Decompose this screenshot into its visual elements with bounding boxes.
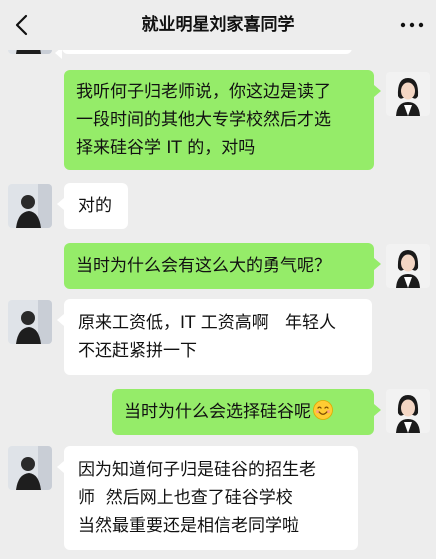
message-text-line: 对的 [78,196,112,216]
message-bubble-received[interactable]: 原来工资低，IT 工资高啊 年轻人 不还赶紧拼一下 [57,299,372,375]
message-bubble-received[interactable]: 对的 [57,183,128,229]
message-text-line: 因为知道何子归是硅谷的招生老 [78,460,316,480]
chat-title: 就业明星刘家喜同学 [141,15,295,35]
message-text-line: 当时为什么会有这么大的勇气呢？ [76,256,331,276]
message-text: 当时为什么会选择硅谷呢 [124,402,311,422]
message-bubble-sent[interactable]: 当时为什么会有这么大的勇气呢？ [64,243,381,289]
contact-avatar[interactable] [8,446,52,490]
contact-avatar[interactable] [8,300,52,344]
message-text-line: 师 然后网上也查了硅谷学校 [78,488,293,508]
message-bubble-received[interactable]: 因为知道何子归是硅谷的招生老 师 然后网上也查了硅谷学校 当然最重要还是相信老同… [57,446,358,550]
message-text-line: 不还赶紧拼一下 [78,341,197,361]
user-avatar[interactable] [386,389,430,433]
message-text-line: 原来工资低，IT 工资高啊 年轻人 [78,313,337,333]
contact-avatar[interactable] [8,184,52,228]
message-text-line: 择来硅谷学 IT 的，对吗 [76,138,256,158]
message-text-line: 当然最重要还是相信老同学啦 [78,516,299,536]
smiling-face-icon [313,400,333,420]
message-bubble-sent[interactable]: 我听何子归老师说，你这边是读了 一段时间的其他大专学校然后才选 择来硅谷学 IT… [64,70,381,170]
message-text-line: 我听何子归老师说，你这边是读了 [76,82,331,102]
message-text-line: 当时为什么会选择硅谷呢 [124,398,362,426]
user-avatar[interactable] [386,244,430,288]
message-text-line: 一段时间的其他大专学校然后才选 [76,110,331,130]
title-bar: 就业明星刘家喜同学 [0,0,436,50]
user-avatar[interactable] [386,72,430,116]
chat-area[interactable]: 我听何子归老师说，你这边是读了 一段时间的其他大专学校然后才选 择来硅谷学 IT… [0,0,436,559]
ellipsis-icon[interactable] [394,10,430,40]
chevron-left-icon[interactable] [8,10,38,40]
message-bubble-sent[interactable]: 当时为什么会选择硅谷呢 [112,389,381,435]
